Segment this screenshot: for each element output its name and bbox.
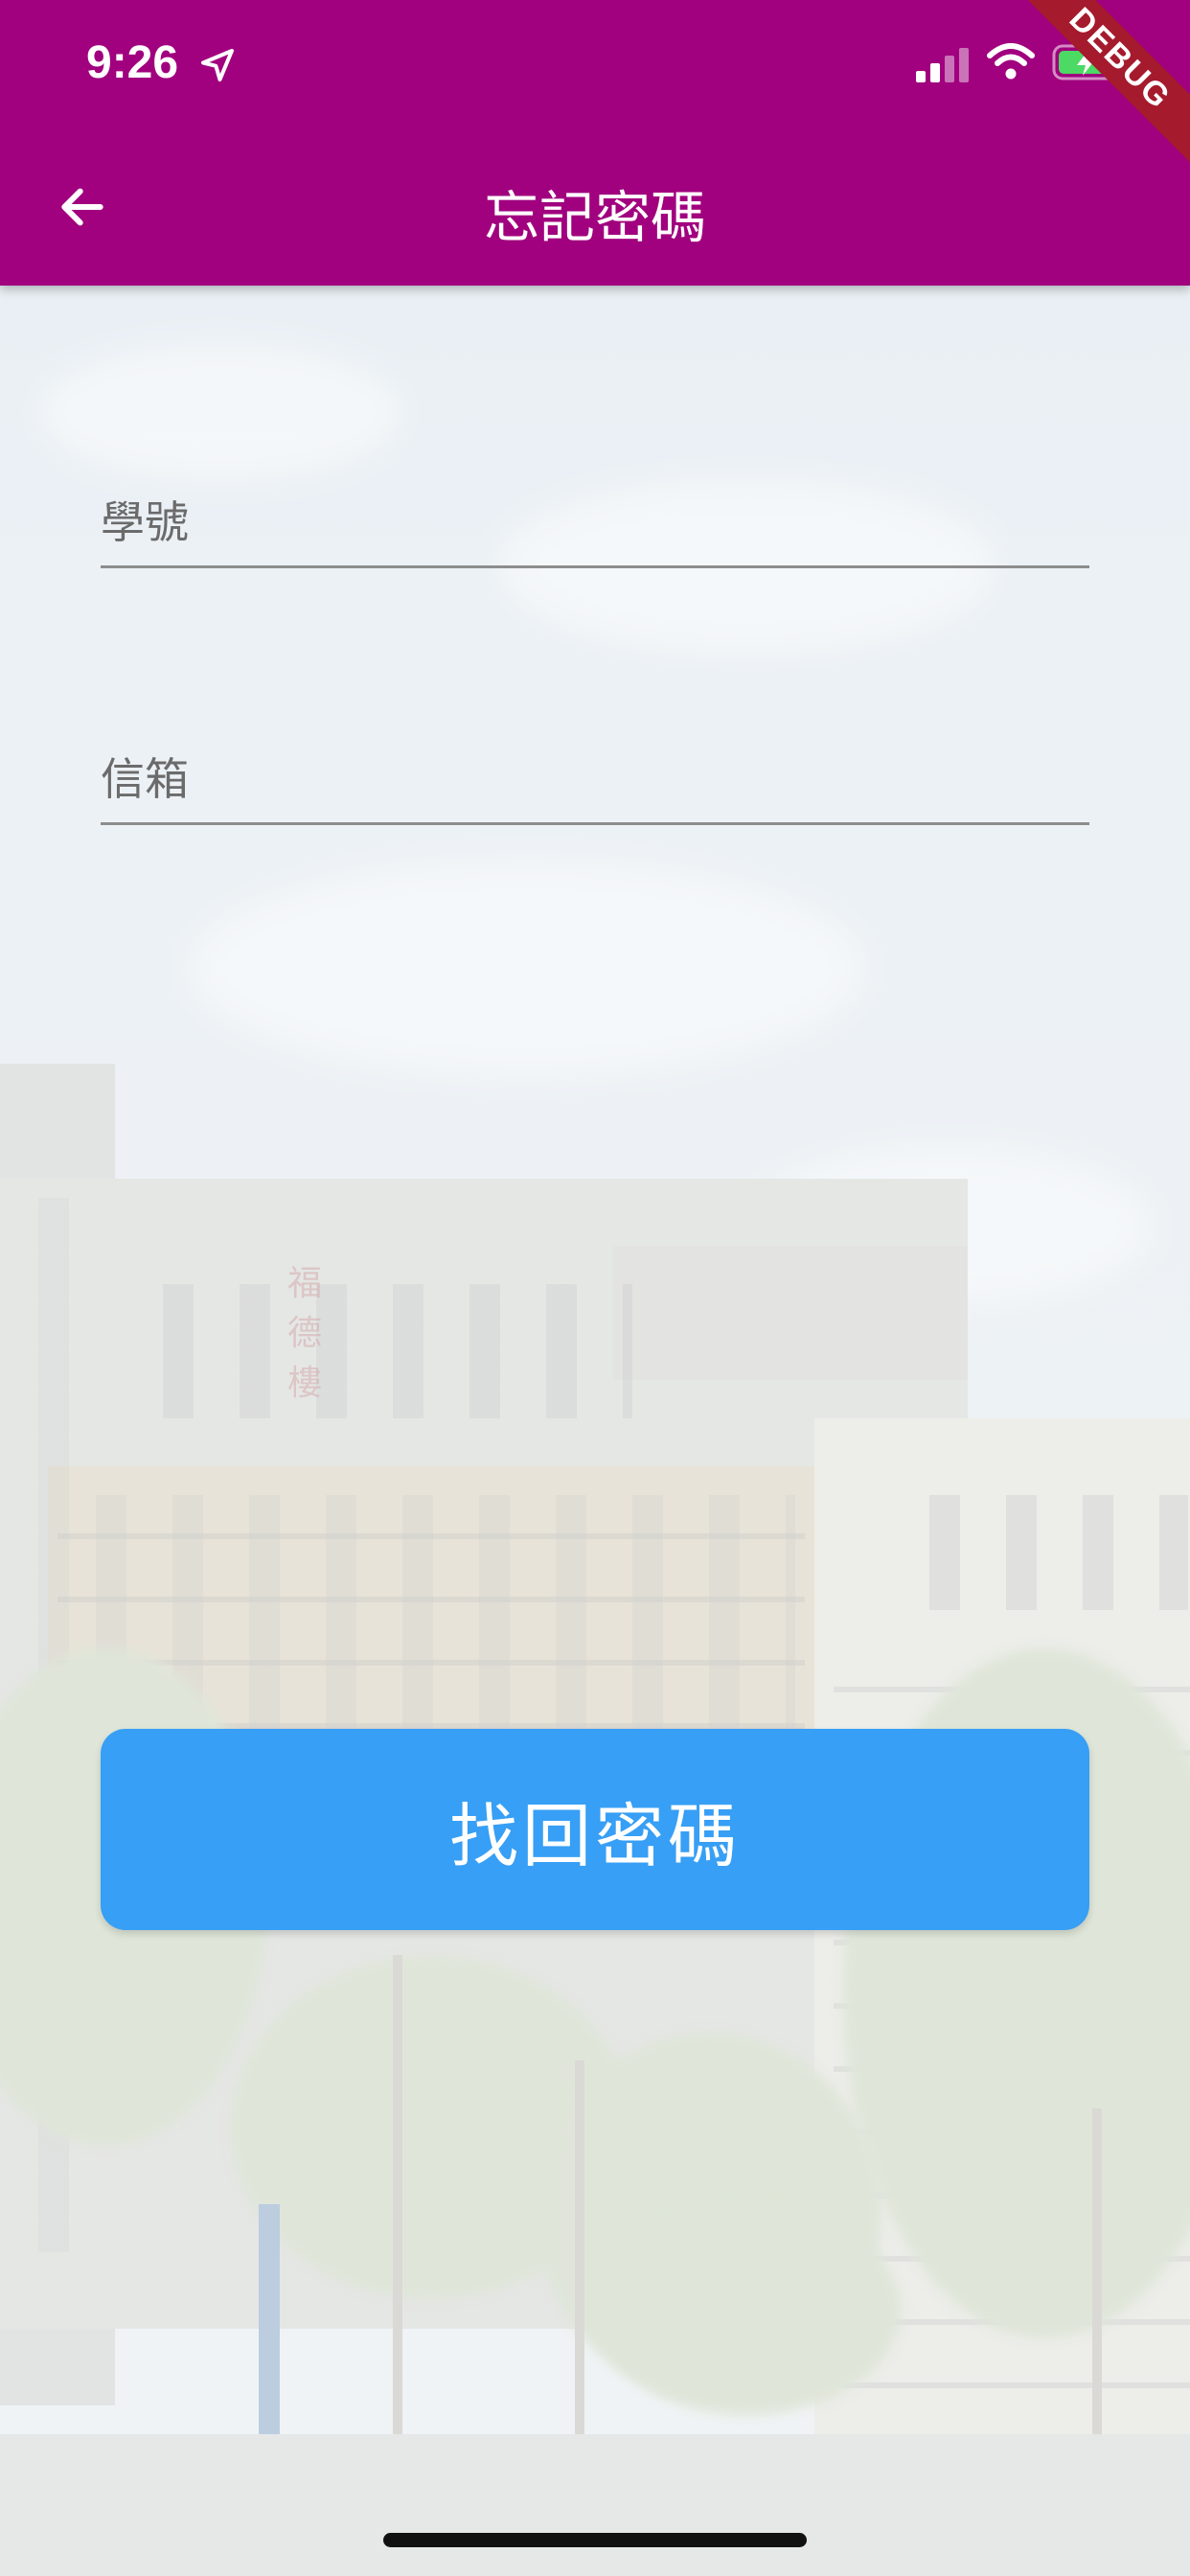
home-indicator[interactable] [383, 2533, 807, 2547]
recover-password-button[interactable]: 找回密碼 [101, 1729, 1089, 1930]
email-input[interactable] [101, 736, 1089, 822]
cellular-signal-icon [916, 48, 969, 82]
page-title: 忘記密碼 [483, 185, 706, 250]
status-time: 9:26 [86, 37, 179, 88]
student-id-input[interactable] [101, 479, 1089, 565]
wifi-icon [987, 43, 1035, 80]
location-arrow-icon [201, 49, 234, 81]
student-id-field [101, 479, 1089, 568]
app-bar: 9:26 忘記密碼 [0, 0, 1190, 286]
email-field [101, 736, 1089, 825]
forgot-password-form: 找回密碼 [0, 0, 1190, 2576]
